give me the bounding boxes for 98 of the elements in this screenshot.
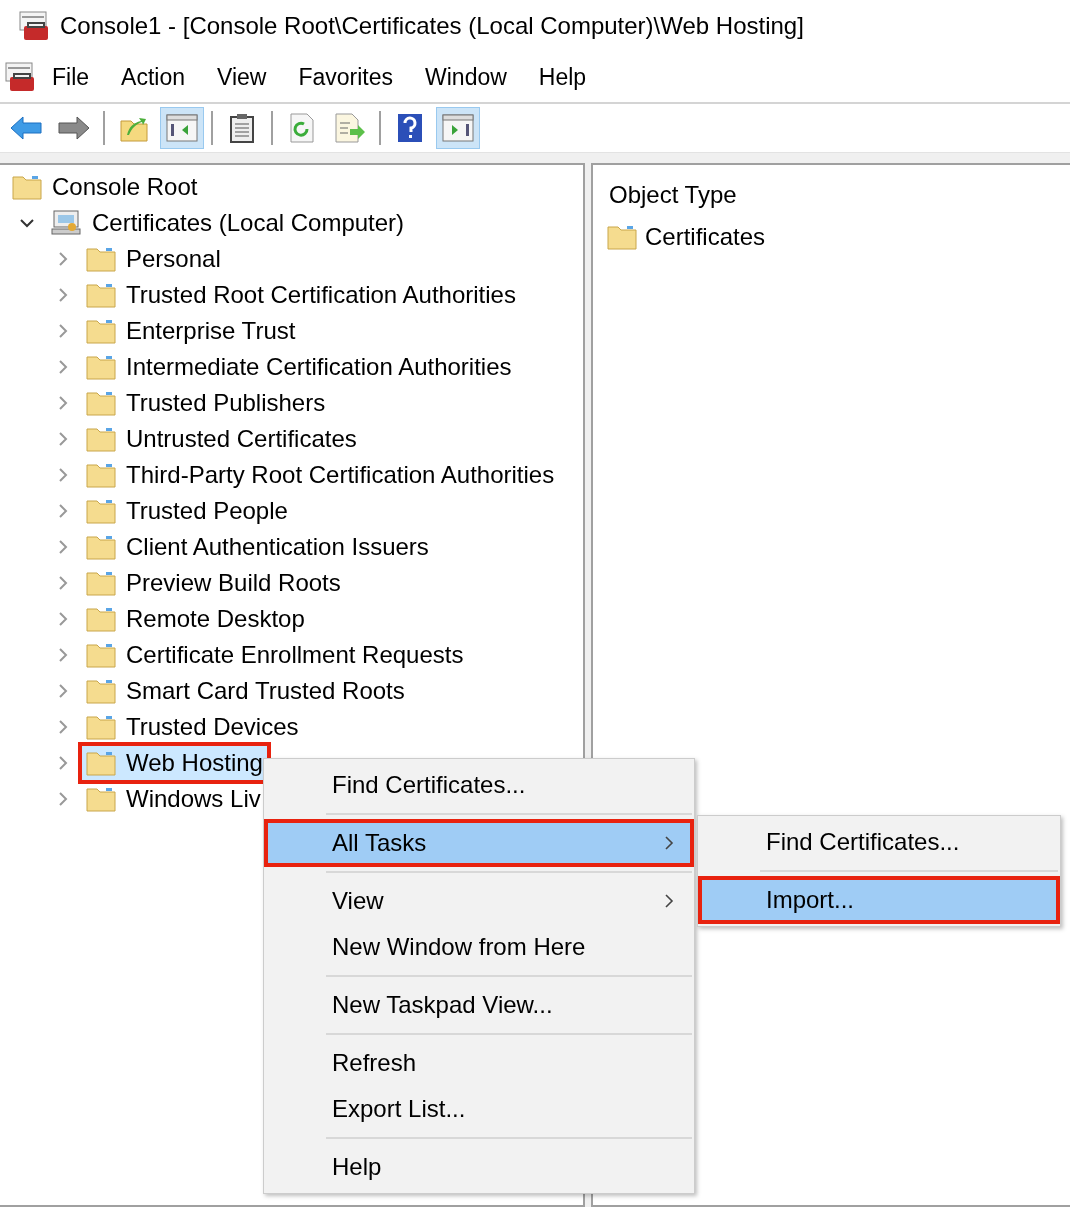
chevron-right-icon[interactable] [56, 540, 70, 554]
tree-item[interactable]: Untrusted Certificates [82, 422, 361, 456]
folder-icon [86, 498, 116, 524]
tree-item[interactable]: Console Root [52, 173, 198, 201]
tree-item-label: Trusted Publishers [126, 389, 326, 417]
tree-item[interactable]: Personal [82, 242, 225, 276]
folder-icon [86, 714, 116, 740]
chevron-right-icon[interactable] [56, 612, 70, 626]
menu-item[interactable]: Help [266, 1145, 692, 1189]
folder-icon [86, 606, 116, 632]
chevron-right-icon[interactable] [56, 684, 70, 698]
tree-item-label: Personal [126, 245, 221, 273]
chevron-right-icon[interactable] [56, 576, 70, 590]
toolbox-icon [18, 10, 50, 42]
tree-item[interactable]: Smart Card Trusted Roots [82, 674, 409, 708]
tree-item-label: Smart Card Trusted Roots [126, 677, 405, 705]
menu-item[interactable]: Find Certificates... [266, 763, 692, 807]
tree-item[interactable]: Trusted Devices [82, 710, 303, 744]
menu-item[interactable]: Find Certificates... [700, 820, 1058, 864]
chevron-right-icon[interactable] [56, 504, 70, 518]
chevron-right-icon[interactable] [56, 360, 70, 374]
folder-icon [12, 174, 42, 200]
folder-icon [86, 354, 116, 380]
tree-item[interactable]: Enterprise Trust [82, 314, 300, 348]
tree-item[interactable]: Trusted Publishers [82, 386, 330, 420]
chevron-right-icon[interactable] [56, 252, 70, 266]
folder-icon [86, 750, 116, 776]
tree-item-label: Untrusted Certificates [126, 425, 357, 453]
menu-bar-item[interactable]: Help [522, 63, 603, 91]
menu-bar-item[interactable]: Action [105, 63, 201, 91]
menu-item[interactable]: Export List... [266, 1087, 692, 1131]
tree-item-label: Intermediate Certification Authorities [126, 353, 512, 381]
folder-icon [86, 678, 116, 704]
tree-item-label: Certificate Enrollment Requests [126, 641, 464, 669]
menu-bar-item[interactable]: View [201, 63, 283, 91]
folder-icon [86, 426, 116, 452]
folder-icon [607, 224, 637, 250]
chevron-right-icon[interactable] [56, 468, 70, 482]
list-item[interactable]: Certificates [645, 223, 766, 251]
computer-certificate-icon [50, 209, 82, 237]
window-title: Console1 - [Console Root\Certificates (Local Computer)\Web Hosting] [60, 12, 804, 40]
chevron-right-icon[interactable] [56, 288, 70, 302]
clipboard-icon [229, 113, 255, 143]
forward-arrow-icon [57, 115, 91, 141]
tree-item[interactable]: Certificates (Local Computer) [92, 209, 405, 237]
tree-item[interactable]: Remote Desktop [82, 602, 309, 636]
menu-item[interactable]: All Tasks [266, 821, 692, 865]
menu-item[interactable]: New Window from Here [266, 925, 692, 969]
toolbox-icon [4, 61, 36, 93]
tree-item[interactable]: Third-Party Root Certification Authorities [82, 458, 559, 492]
tree-item[interactable]: Windows Liv [82, 782, 265, 816]
column-header[interactable]: Object Type [607, 175, 1070, 223]
tree-item-label: Third-Party Root Certification Authorities [126, 461, 555, 489]
tree-item-label: Preview Build Roots [126, 569, 341, 597]
folder-icon [86, 246, 116, 272]
folder-icon [86, 390, 116, 416]
chevron-right-icon[interactable] [56, 396, 70, 410]
folder-icon [86, 570, 116, 596]
tree-item-label: Trusted Devices [126, 713, 299, 741]
tree-item[interactable]: Certificate Enrollment Requests [82, 638, 468, 672]
tree-item-label: Enterprise Trust [126, 317, 296, 345]
tree-item[interactable]: Trusted People [82, 494, 292, 528]
export-list-icon [334, 113, 366, 143]
tree-item-label: Windows Liv [126, 785, 261, 813]
folder-icon [86, 642, 116, 668]
pane-window-icon [166, 114, 198, 142]
tree-item-label: Trusted People [126, 497, 288, 525]
tree-item[interactable]: Client Authentication Issuers [82, 530, 433, 564]
tree-item[interactable]: Intermediate Certification Authorities [82, 350, 516, 384]
tree-item[interactable]: Trusted Root Certification Authorities [82, 278, 520, 312]
tree-item[interactable]: Preview Build Roots [82, 566, 345, 600]
menu-bar-item[interactable]: Favorites [282, 63, 410, 91]
help-icon [397, 113, 423, 143]
folder-icon [86, 786, 116, 812]
tree-item-label: Trusted Root Certification Authorities [126, 281, 516, 309]
chevron-right-icon[interactable] [56, 432, 70, 446]
back-arrow-icon [9, 115, 43, 141]
menu-item[interactable]: Import... [700, 878, 1058, 922]
tree-item-label: Web Hosting [126, 749, 263, 777]
menu-bar-item[interactable]: File [36, 63, 106, 91]
chevron-right-icon[interactable] [56, 720, 70, 734]
chevron-right-icon[interactable] [56, 756, 70, 770]
menu-item[interactable]: View [266, 879, 692, 923]
chevron-right-icon[interactable] [56, 648, 70, 662]
folder-icon [86, 282, 116, 308]
chevron-right-icon[interactable] [56, 792, 70, 806]
chevron-down-icon[interactable] [20, 216, 34, 230]
folder-icon [86, 462, 116, 488]
pane-window-icon [442, 114, 474, 142]
folder-icon [86, 318, 116, 344]
menu-bar-item[interactable]: Window [409, 63, 523, 91]
tree-item-label: Client Authentication Issuers [126, 533, 429, 561]
refresh-page-icon [289, 113, 315, 143]
tree-item-label: Remote Desktop [126, 605, 305, 633]
folder-icon [86, 534, 116, 560]
chevron-right-icon[interactable] [56, 324, 70, 338]
menu-item[interactable]: New Taskpad View... [266, 983, 692, 1027]
menu-item[interactable]: Refresh [266, 1041, 692, 1085]
